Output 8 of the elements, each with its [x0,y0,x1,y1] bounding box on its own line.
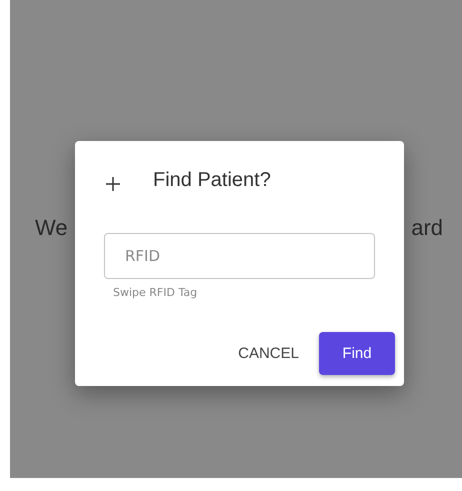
find-button[interactable]: Find [319,332,395,375]
plus-icon [106,176,120,190]
cancel-button[interactable]: CANCEL [238,337,299,370]
dialog-title: Find Patient? [153,169,271,192]
welcome-text: We [35,215,68,241]
welcome-text: ard [411,215,443,241]
helper-text: Swipe RFID Tag [113,286,198,299]
rfid-field[interactable]: RFID [104,233,375,279]
